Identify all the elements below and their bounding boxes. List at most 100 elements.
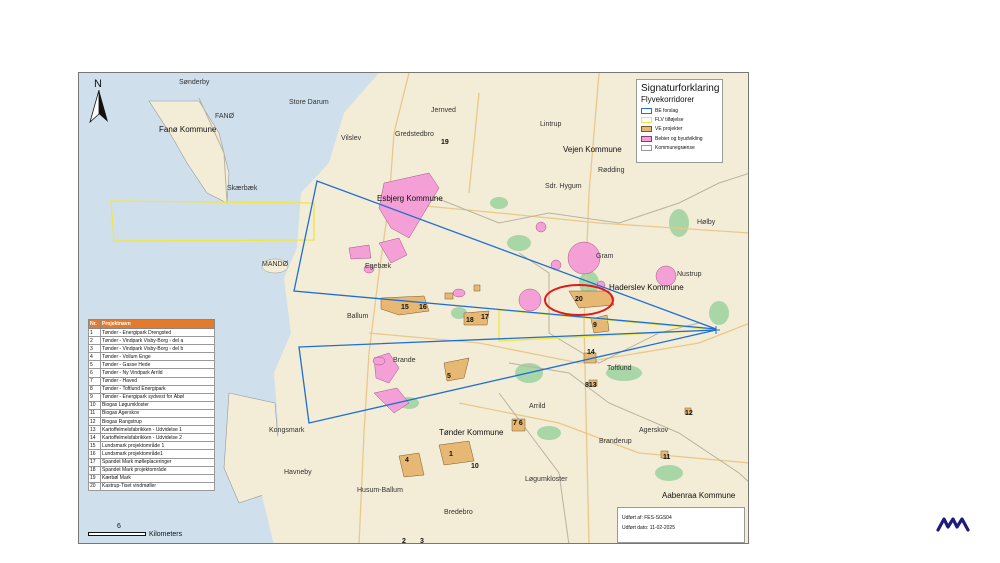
north-label: N: [94, 78, 102, 90]
project-nr-cell: 8: [88, 384, 101, 394]
place-label: Brande: [393, 357, 416, 364]
place-label: Arrild: [529, 403, 546, 410]
scale-bar: 6 Kilometers: [88, 523, 218, 541]
place-label: Sdr. Hygum: [545, 183, 582, 190]
place-label: Nustrup: [677, 271, 702, 278]
project-name-cell: Lundsmark projektområde1: [100, 449, 215, 459]
project-label: 15: [401, 304, 409, 311]
table-row: 5 Tønder - Gasse Hede: [88, 360, 215, 370]
legend-title: Signaturforklaring: [641, 83, 720, 94]
map-frame[interactable]: N Sønderby Store Darum Vilslev Gredstedb…: [78, 72, 749, 544]
project-nr-cell: 1: [88, 327, 101, 338]
project-nr-cell: 2: [88, 336, 101, 346]
project-name-cell: Tønder - Toftlund Energipark: [100, 384, 215, 394]
table-row: 11 Biogas Agerskov: [88, 408, 215, 419]
project-nr-cell: 4: [88, 352, 101, 362]
legend-item: Bebier og byudvikling: [641, 134, 718, 143]
project-name-cell: Biogas Rangstrup: [100, 417, 215, 427]
legend-item-label: FLV tilføjelse: [655, 117, 684, 124]
municipality-label: Esbjerg Kommune: [377, 194, 443, 203]
project-nr-cell: 13: [88, 425, 101, 435]
municipality-label: Fanø Kommune: [159, 125, 217, 134]
place-label: Skærbæk: [227, 185, 258, 192]
project-nr-cell: 19: [88, 473, 101, 483]
legend-swatch: [641, 126, 652, 133]
project-label: 20: [575, 296, 583, 303]
project-name-cell: Biogas Løgumkloster: [100, 400, 215, 410]
table-row: 16 Lundsmark projektområde1: [88, 449, 215, 459]
project-nr-cell: 14: [88, 433, 101, 443]
project-nr-cell: 10: [88, 400, 101, 410]
project-nr-cell: 17: [88, 457, 101, 467]
place-label: Egebæk: [365, 263, 392, 270]
info-box: Udført af: FES-SGS04 Udført dato: 11-02-…: [617, 507, 745, 543]
place-label: Store Darum: [289, 99, 329, 106]
project-nr-cell: 11: [88, 408, 101, 419]
project-nr-cell: 20: [88, 481, 101, 491]
project-nr-cell: 5: [88, 360, 101, 370]
project-label: 2: [402, 538, 406, 544]
table-row: 6 Tønder - Ny Vindpark Arrild: [88, 368, 215, 378]
project-name-cell: Spandet Mark projektområde: [100, 465, 215, 475]
project-name-cell: Biogas Agerskov: [100, 408, 215, 419]
legend-swatch: [641, 117, 652, 124]
project-name-cell: Tønder - Vindpark Visby-Borg - del a: [100, 336, 215, 346]
project-name-cell: Tønder - Ny Vindpark Arrild: [100, 368, 215, 378]
project-label: 9: [593, 322, 597, 329]
project-name-cell: Tønder - Energipark sydvest for Åbøl: [100, 392, 215, 402]
place-label: Løgumkloster: [525, 476, 568, 483]
info-date: Udført dato: 11-02-2025: [622, 525, 675, 531]
municipality-label: Aabenraa Kommune: [662, 491, 736, 500]
project-name-cell: Tønder - Gasse Hede: [100, 360, 215, 370]
table-row: 7 Tønder - Haved: [88, 376, 215, 386]
table-header-name: Projektnavn: [100, 319, 215, 329]
project-nr-cell: 12: [88, 417, 101, 427]
info-made-by: Udført af: FES-SGS04: [622, 515, 672, 521]
project-label: 7 6: [513, 420, 523, 427]
project-name-cell: Tønder - Haved: [100, 376, 215, 386]
project-label: 11: [663, 454, 671, 461]
scale-bar-graphic: [88, 532, 146, 536]
legend-swatch: [641, 135, 652, 142]
legend-subtitle: Flyvekorridorer: [641, 95, 695, 104]
map-legend: Signaturforklaring Flyvekorridorer BE fo…: [636, 79, 723, 163]
legend-swatch: [641, 145, 652, 152]
project-nr-cell: 6: [88, 368, 101, 378]
project-name-cell: Kartoffelmelsfabrikken - Udvidelse 1: [100, 425, 215, 435]
legend-swatch: [641, 107, 652, 114]
project-label: 813: [585, 382, 597, 389]
legend-item-label: BE forslag: [655, 107, 679, 114]
place-label: Gram: [596, 253, 614, 260]
scale-number: 6: [117, 523, 121, 530]
project-nr-cell: 9: [88, 392, 101, 402]
project-table: Nr. Projektnavn 1 Tønder - Energipark Dre…: [88, 319, 215, 491]
place-label: Jernved: [431, 107, 456, 114]
table-header-row: Nr. Projektnavn: [88, 319, 215, 329]
project-name-cell: Lundsmark projektområde 1: [100, 441, 215, 451]
table-row: 1 Tønder - Energipark Drengsted: [88, 327, 215, 338]
table-row: 13 Kartoffelmelsfabrikken - Udvidelse 1: [88, 425, 215, 435]
project-nr-cell: 7: [88, 376, 101, 386]
place-label: Gredstedbro: [395, 131, 434, 138]
table-row: 19 Kærbøl Mark: [88, 473, 215, 483]
legend-item-label: VE projekter: [655, 126, 683, 133]
project-table-body: 1 Tønder - Energipark Drengsted 2 Tønder - …: [88, 327, 215, 491]
north-arrow-icon: [89, 90, 108, 124]
place-label: Bredebro: [444, 509, 473, 516]
table-row: 12 Biogas Rangstrup: [88, 417, 215, 427]
project-label: 4: [405, 457, 409, 464]
project-name-cell: Spandet Mark mølleplaceringer: [100, 457, 215, 467]
place-label: MANDØ: [262, 261, 289, 268]
table-row: 14 Kartoffelmelsfabrikken - Udvidelse 2: [88, 433, 215, 443]
legend-item: VE projekter: [641, 125, 718, 134]
company-logo: [936, 517, 970, 532]
project-name-cell: Tønder - Vollum Enge: [100, 352, 215, 362]
legend-item-label: Bebier og byudvikling: [655, 135, 703, 142]
place-label: Toftlund: [607, 365, 632, 372]
place-label: Rødding: [598, 167, 625, 174]
place-label: Agerskov: [639, 427, 669, 434]
project-label: 19: [441, 139, 449, 146]
table-row: 9 Tønder - Energipark sydvest for Åbøl: [88, 392, 215, 402]
table-row: 2 Tønder - Vindpark Visby-Borg - del a: [88, 336, 215, 346]
scale-unit: Kilometers: [149, 531, 183, 538]
